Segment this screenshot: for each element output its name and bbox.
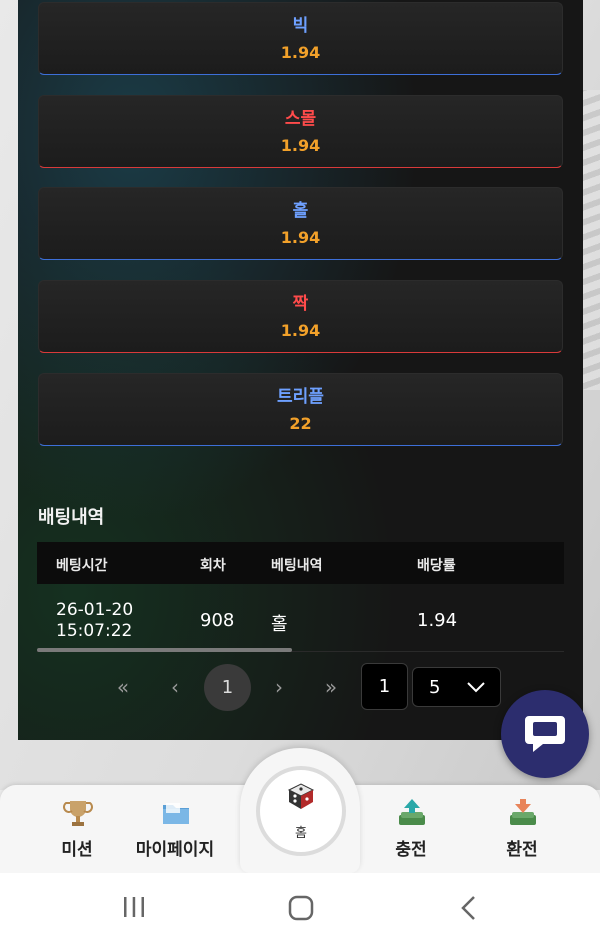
nav-deposit[interactable]: 충전: [356, 785, 466, 873]
bet-option-triple[interactable]: 트리플 22: [38, 373, 563, 446]
nav-home[interactable]: 홈: [256, 766, 346, 856]
cell-time-date: 26-01-20: [56, 600, 134, 620]
back-arrow-icon[interactable]: [458, 895, 480, 921]
chat-button[interactable]: [501, 690, 589, 778]
bet-option-odds: 1.94: [280, 321, 321, 340]
deposit-money-icon: [399, 799, 425, 825]
bet-option-label: 홀: [292, 201, 309, 221]
trophy-icon: [63, 801, 93, 826]
bet-option-label: 짝: [292, 294, 309, 314]
bet-option-odds: 1.94: [280, 228, 321, 247]
game-panel: 빅 1.94 스몰 1.94 홀 1.94 짝 1.94 트리플 22 배팅내역…: [18, 0, 583, 740]
nav-label: 홈: [295, 826, 307, 841]
bet-option-label: 빅: [292, 16, 309, 36]
history-table-header: 베팅시간 회차 베팅내역 배당률: [37, 542, 564, 584]
bet-option-odds: 22: [289, 414, 312, 433]
prev-page-button[interactable]: ‹: [160, 675, 190, 699]
page-size-value: 5: [429, 677, 441, 698]
bet-option-even[interactable]: 짝 1.94: [38, 280, 563, 353]
bet-option-odd[interactable]: 홀 1.94: [38, 187, 563, 260]
android-system-nav: [0, 873, 600, 943]
first-page-button[interactable]: «: [108, 675, 138, 699]
bet-option-odds: 1.94: [280, 136, 321, 155]
cell-time-clock: 15:07:22: [56, 621, 133, 641]
column-header-round: 회차: [200, 558, 226, 574]
recent-apps-icon[interactable]: [122, 895, 146, 919]
cell-odds: 1.94: [417, 610, 458, 631]
nav-label: 미션: [61, 840, 93, 860]
current-page-button[interactable]: 1: [204, 664, 251, 711]
withdraw-money-icon: [510, 799, 536, 825]
chevron-down-icon: [467, 682, 485, 693]
column-header-time: 베팅시간: [56, 558, 108, 574]
dice-icon: [287, 783, 315, 809]
table-scrollbar[interactable]: [37, 648, 292, 652]
nav-label: 충전: [395, 840, 427, 860]
bet-option-odds: 1.94: [280, 43, 321, 62]
nav-label: 환전: [506, 840, 538, 860]
chat-bubble-icon: [525, 716, 565, 752]
home-system-icon[interactable]: [288, 895, 314, 921]
nav-withdraw[interactable]: 환전: [467, 785, 577, 873]
bet-option-label: 스몰: [284, 109, 317, 129]
column-header-bet: 베팅내역: [271, 558, 323, 574]
nav-mypage[interactable]: 마이페이지: [120, 785, 230, 873]
column-header-odds: 배당률: [417, 558, 456, 574]
history-title: 배팅내역: [38, 507, 105, 528]
cell-round: 908: [200, 610, 235, 631]
last-page-button[interactable]: »: [316, 675, 346, 699]
table-row: 26-01-20 15:07:22 908 홀 1.94: [37, 585, 564, 652]
page-number-input[interactable]: 1: [361, 663, 408, 710]
page-size-select[interactable]: 5: [412, 667, 501, 707]
nav-mission[interactable]: 미션: [22, 785, 132, 873]
folder-icon: [163, 803, 189, 824]
bet-option-big[interactable]: 빅 1.94: [38, 2, 563, 75]
cell-bet: 홀: [271, 614, 288, 635]
bet-option-label: 트리플: [277, 387, 324, 407]
bet-option-small[interactable]: 스몰 1.94: [38, 95, 563, 168]
next-page-button[interactable]: ›: [264, 675, 294, 699]
nav-label: 마이페이지: [135, 840, 215, 860]
